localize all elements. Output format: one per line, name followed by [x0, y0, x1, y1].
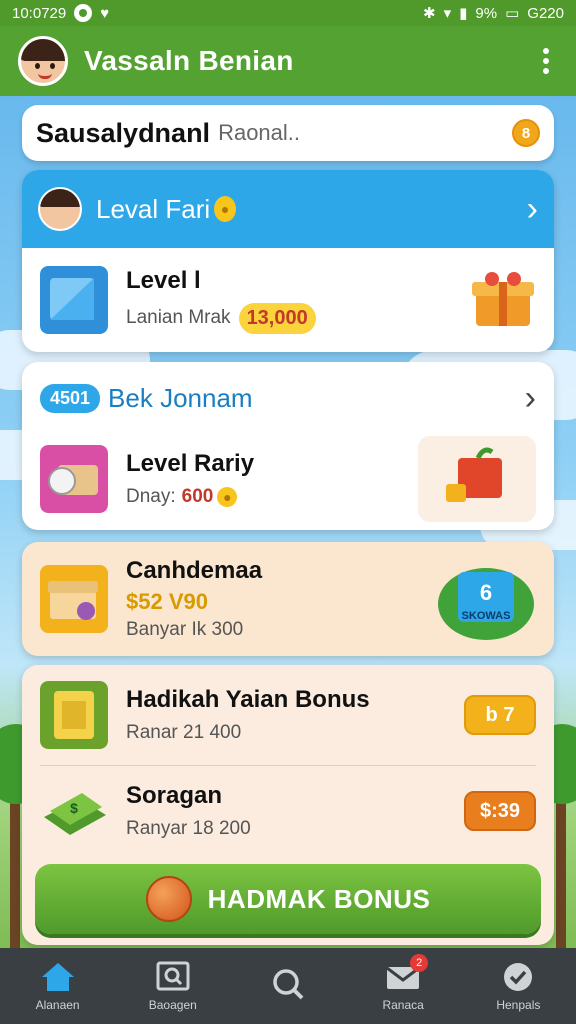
chevron-right-icon[interactable]: › — [525, 381, 536, 415]
search-bar[interactable]: Sausalydnanl Raonal.. 8 — [22, 105, 554, 161]
treasure-box-icon — [40, 565, 108, 633]
gift-box-icon — [472, 272, 534, 326]
coupon-icon — [40, 681, 108, 749]
app-title: Vassaln Benian — [84, 45, 294, 76]
bonus-item-subtitle: Dnay: — [126, 486, 176, 507]
list-item[interactable]: $ Soragan Ranyar 18 200 $:39 — [22, 766, 554, 856]
app-header: Vassaln Benian — [0, 26, 576, 96]
offer-price: $52 V90 — [126, 589, 208, 614]
nav-item-search[interactable] — [233, 967, 343, 1005]
battery-icon: ▭ — [505, 5, 520, 22]
level-card: Leval Fari ● › Level l Lanian Mrak 13,00… — [22, 170, 554, 352]
list-item-subtitle: Ranyar 18 200 — [126, 818, 251, 839]
level-card-header[interactable]: Leval Fari ● › — [22, 170, 554, 248]
clock-gift-icon — [40, 445, 108, 513]
offer-subtitle: Banyar Ik 300 — [126, 619, 244, 640]
list-item[interactable]: Hadikah Yaian Bonus Ranar 21 400 b 7 — [22, 665, 554, 765]
bonus-badge: 4501 — [40, 383, 101, 413]
character-avatar — [38, 187, 82, 231]
offer-title: Canhdemaa — [126, 557, 263, 584]
battery-percent: 9% — [475, 4, 498, 22]
level-item-value: 13,000 — [238, 302, 316, 334]
nav-label-home: Alanaen — [35, 998, 80, 1012]
fruit-box-icon — [418, 436, 536, 522]
heart-icon: ♥ — [100, 4, 110, 22]
promo-box-icon: 6 — [438, 568, 534, 640]
signal-icon: ▮ — [459, 5, 468, 22]
nav-label-help: Henpals — [496, 998, 541, 1012]
svg-text:$: $ — [70, 800, 78, 816]
svg-text:6: 6 — [480, 580, 492, 605]
app-status-icon — [74, 4, 93, 22]
coin-icon: ● — [217, 487, 238, 507]
bonus-item-row[interactable]: Level Rariy Dnay: 600 ● — [22, 434, 554, 524]
level-item-title: Level l — [126, 266, 201, 294]
nav-label-browse: Baoagen — [148, 998, 197, 1012]
mail-icon-wrap: 2 — [384, 954, 429, 994]
nav-item-messages[interactable]: 2 Ranaca — [348, 954, 458, 1012]
home-icon — [41, 963, 74, 991]
bluetooth-icon: ✱ — [423, 5, 436, 22]
search-value[interactable]: Sausalydnanl — [36, 118, 210, 149]
bonus-card-title: Bek Jonnam — [108, 382, 253, 413]
frame-search-icon — [156, 961, 190, 991]
status-time: 10:0729 — [12, 4, 67, 22]
chevron-right-icon[interactable]: › — [527, 192, 538, 226]
search-placeholder: Raonal.. — [218, 120, 301, 145]
cube-icon — [40, 266, 108, 334]
list-item-action-button[interactable]: b 7 — [464, 695, 536, 735]
search-icon — [273, 969, 304, 1000]
bonus-card-header[interactable]: 4501 Bek Jonnam › — [22, 362, 554, 434]
nav-item-help[interactable]: Henpals — [463, 960, 573, 1012]
more-menu-icon[interactable] — [534, 46, 558, 76]
bonus-item-title: Level Rariy — [126, 450, 255, 477]
nav-label-messages: Ranaca — [382, 998, 424, 1012]
list-item-subtitle: Ranar 21 400 — [126, 722, 242, 743]
status-extra: G220 — [527, 4, 564, 22]
wifi-icon: ▾ — [443, 5, 452, 22]
offer-card[interactable]: Canhdemaa $52 V90 Banyar Ik 300 6 SKOWAS — [22, 542, 554, 656]
promo-sticker[interactable]: 6 SKOWAS — [436, 554, 536, 644]
promo-label: SKOWAS — [461, 610, 511, 622]
nav-item-browse[interactable]: Baoagen — [118, 960, 228, 1012]
notification-badge: 2 — [410, 954, 429, 972]
basketball-icon — [145, 876, 192, 922]
claim-bonus-button[interactable]: HADMAK BONUS — [35, 864, 541, 934]
check-badge-icon — [504, 963, 533, 991]
cash-stack-icon: $ — [44, 793, 106, 835]
level-item-row[interactable]: Level l Lanian Mrak 13,000 — [22, 248, 554, 352]
gold-token-icon: ● — [214, 196, 237, 222]
claim-bonus-label: HADMAK BONUS — [207, 883, 431, 914]
level-card-title: Leval Fari — [96, 193, 211, 224]
status-bar: 10:0729 ♥ ✱ ▾ ▮ 9% ▭ G220 — [0, 0, 576, 26]
list-item-action-button[interactable]: $:39 — [464, 791, 536, 831]
list-item-title: Soragan — [126, 782, 223, 809]
bottom-navigation: Alanaen Baoagen 2 Ranaca Henpals — [0, 948, 576, 1024]
nav-item-home[interactable]: Alanaen — [3, 960, 113, 1012]
coin-icon[interactable]: 8 — [512, 119, 540, 147]
list-item-title: Hadikah Yaian Bonus — [126, 686, 370, 713]
level-item-subtitle: Lanian Mrak — [126, 307, 231, 328]
bonus-item-value: 600 — [181, 486, 214, 507]
bonus-card: 4501 Bek Jonnam › Level Rariy Dnay: 600 … — [22, 362, 554, 530]
profile-avatar[interactable] — [18, 36, 68, 86]
